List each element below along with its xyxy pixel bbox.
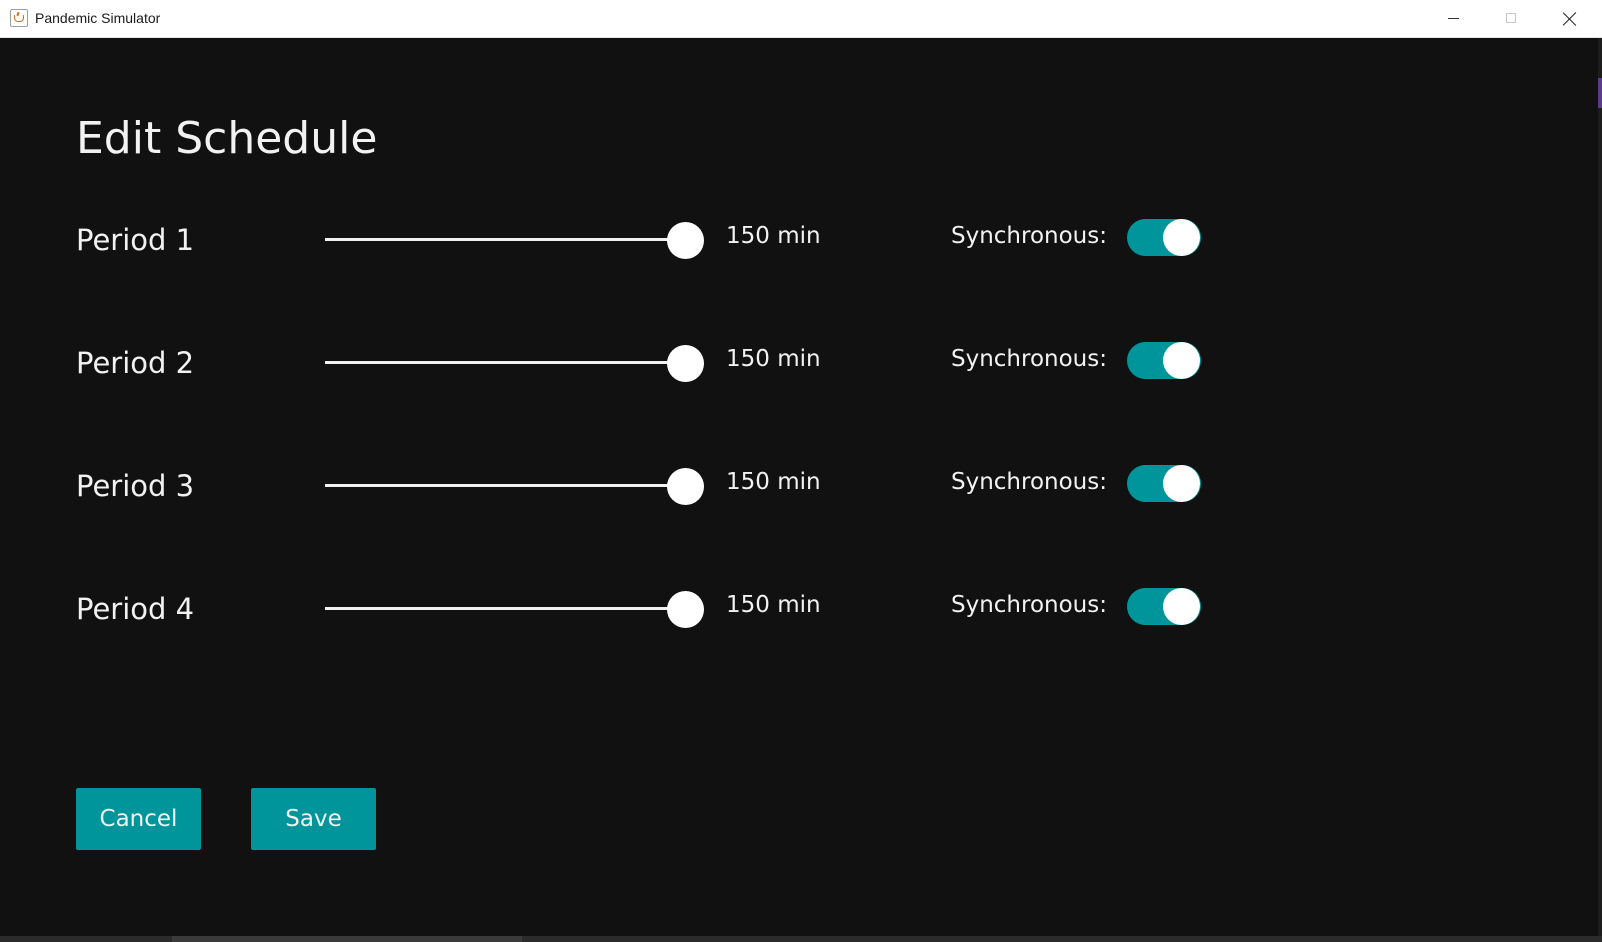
background-taskbar-item (172, 936, 522, 942)
background-window-edge (1598, 78, 1602, 108)
slider-thumb[interactable] (667, 591, 704, 628)
duration-value: 150 min (726, 223, 821, 249)
main-content: Edit Schedule Period 1 150 min Synchrono… (0, 38, 1602, 942)
period-label: Period 3 (76, 469, 195, 503)
background-taskbar (0, 936, 1602, 942)
synchronous-label: Synchronous: (951, 346, 1107, 372)
slider-track (325, 361, 685, 364)
toggle-knob (1163, 342, 1200, 379)
page-title: Edit Schedule (76, 113, 378, 164)
period-duration-slider[interactable] (325, 220, 704, 260)
close-icon (1563, 12, 1577, 26)
save-button[interactable]: Save (251, 788, 376, 850)
title-bar: Pandemic Simulator (0, 0, 1602, 38)
slider-track (325, 607, 685, 610)
period-row-3: Period 3 150 min Synchronous: (0, 456, 1602, 516)
period-duration-slider[interactable] (325, 466, 704, 506)
slider-thumb[interactable] (667, 345, 704, 382)
synchronous-label: Synchronous: (951, 592, 1107, 618)
toggle-knob (1163, 588, 1200, 625)
synchronous-toggle[interactable] (1127, 342, 1201, 379)
synchronous-toggle[interactable] (1127, 465, 1201, 502)
minimize-button[interactable] (1425, 0, 1483, 38)
minimize-icon (1448, 18, 1459, 19)
cancel-button[interactable]: Cancel (76, 788, 201, 850)
period-row-1: Period 1 150 min Synchronous: (0, 210, 1602, 270)
duration-value: 150 min (726, 469, 821, 495)
toggle-knob (1163, 219, 1200, 256)
maximize-icon (1506, 13, 1516, 23)
slider-track (325, 238, 685, 241)
toggle-knob (1163, 465, 1200, 502)
java-cup-icon (10, 9, 28, 27)
duration-value: 150 min (726, 346, 821, 372)
slider-thumb[interactable] (667, 468, 704, 505)
slider-track (325, 484, 685, 487)
maximize-button[interactable] (1483, 0, 1541, 38)
close-button[interactable] (1541, 0, 1599, 38)
slider-thumb[interactable] (667, 222, 704, 259)
period-label: Period 4 (76, 592, 195, 626)
synchronous-label: Synchronous: (951, 469, 1107, 495)
period-row-4: Period 4 150 min Synchronous: (0, 579, 1602, 639)
period-label: Period 1 (76, 223, 195, 257)
window-title: Pandemic Simulator (35, 10, 161, 26)
period-duration-slider[interactable] (325, 343, 704, 383)
synchronous-toggle[interactable] (1127, 588, 1201, 625)
synchronous-label: Synchronous: (951, 223, 1107, 249)
duration-value: 150 min (726, 592, 821, 618)
period-label: Period 2 (76, 346, 195, 380)
period-duration-slider[interactable] (325, 589, 704, 629)
synchronous-toggle[interactable] (1127, 219, 1201, 256)
period-row-2: Period 2 150 min Synchronous: (0, 333, 1602, 393)
